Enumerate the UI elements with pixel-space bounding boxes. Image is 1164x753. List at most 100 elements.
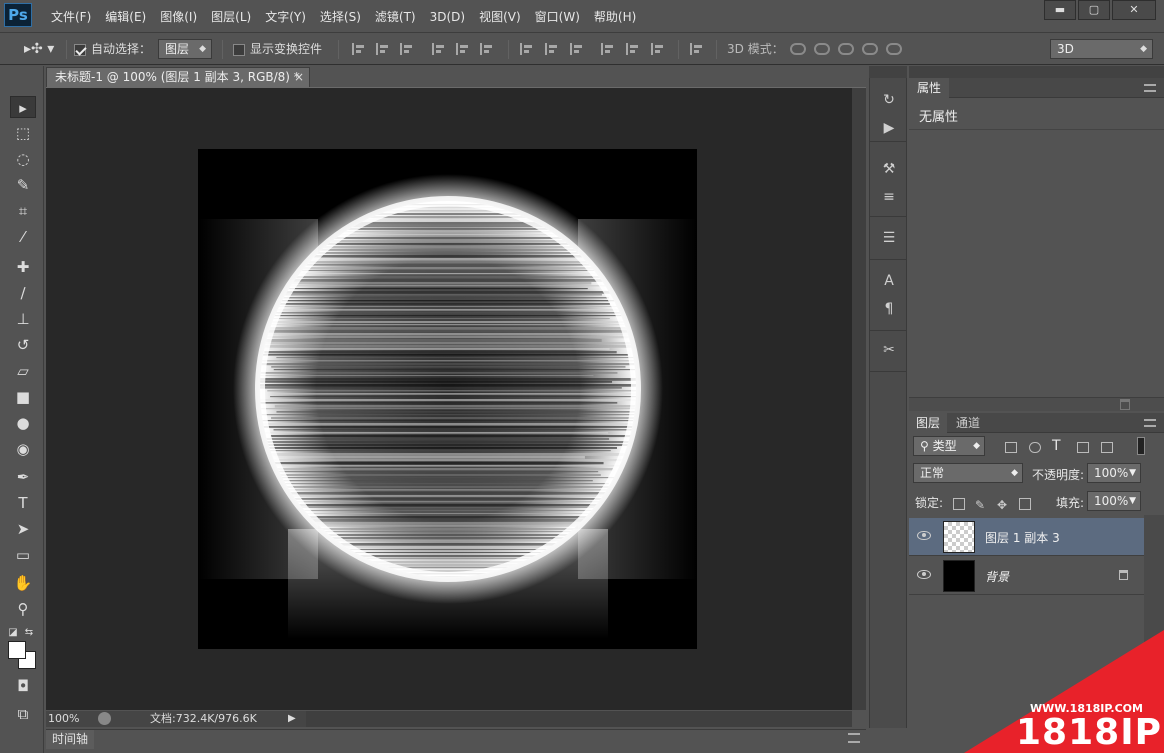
eye-icon[interactable] (917, 531, 931, 540)
menu-type[interactable]: 文字(Y) (258, 8, 313, 26)
panel-menu-icon[interactable] (1144, 419, 1156, 427)
status-info-icon[interactable] (98, 712, 111, 725)
canvas-horizontal-scrollbar[interactable] (306, 711, 852, 727)
auto-select-dropdown[interactable]: 图层 ◆ (158, 39, 212, 59)
crop-tool-icon[interactable]: ⌗ (10, 200, 36, 222)
3d-pan-icon[interactable] (838, 43, 854, 55)
distribute-vcenter-icon[interactable] (545, 43, 559, 55)
zoom-level[interactable]: 100% (48, 711, 79, 727)
show-transform-checkbox[interactable] (233, 43, 245, 56)
auto-align-icon[interactable] (690, 43, 704, 55)
lock-position-icon[interactable]: ✥ (997, 498, 1009, 512)
layer-row[interactable]: 图层 1 副本 3 (909, 518, 1144, 556)
show-transform-option[interactable]: 显示变换控件 (233, 34, 322, 65)
canvas-vertical-scrollbar[interactable] (852, 88, 866, 710)
hand-tool-icon[interactable]: ✋ (10, 572, 36, 594)
move-tool-preset-icon[interactable]: ▸✣ ▾ (24, 34, 54, 65)
gradient-tool-icon[interactable]: ■ (10, 386, 36, 408)
chevron-down-icon[interactable]: ▼ (1129, 464, 1136, 482)
align-left-icon[interactable] (432, 43, 446, 55)
eye-icon[interactable] (917, 570, 931, 579)
panel-menu-icon[interactable] (848, 733, 860, 743)
maximize-button[interactable]: ▢ (1078, 0, 1110, 20)
menu-window[interactable]: 窗口(W) (528, 8, 587, 26)
rectangle-tool-icon[interactable]: ▭ (10, 544, 36, 566)
3d-orbit-icon[interactable] (790, 43, 806, 55)
actions-play-icon[interactable]: ▶ (879, 118, 899, 138)
history-brush-tool-icon[interactable]: ↺ (10, 334, 36, 356)
align-hcenter-icon[interactable] (456, 43, 470, 55)
brush-tool-icon[interactable]: ∕ (10, 282, 36, 304)
filter-pixel-icon[interactable] (1005, 442, 1017, 453)
lock-image-icon[interactable]: ✎ (975, 498, 987, 512)
eraser-tool-icon[interactable]: ▱ (10, 360, 36, 382)
auto-select-checkbox[interactable] (74, 43, 86, 56)
tab-channels[interactable]: 通道 (949, 413, 987, 433)
align-bottom-icon[interactable] (400, 43, 414, 55)
panel-collapse-bar[interactable] (909, 66, 1164, 78)
fill-field[interactable]: 100% ▼ (1087, 491, 1141, 511)
menu-layer[interactable]: 图层(L) (204, 8, 258, 26)
tool-presets-icon[interactable]: ⚒ (879, 159, 899, 179)
marquee-tool-icon[interactable]: ⬚ (10, 122, 36, 144)
menu-select[interactable]: 选择(S) (313, 8, 368, 26)
zoom-tool-icon[interactable]: ⚲ (10, 598, 36, 620)
document-canvas[interactable] (198, 149, 697, 649)
clone-stamp-tool-icon[interactable]: ⊥ (10, 308, 36, 330)
3d-scale-icon[interactable] (886, 43, 902, 55)
tab-layers[interactable]: 图层 (909, 413, 948, 433)
document-tab[interactable]: 未标题-1 @ 100% (图层 1 副本 3, RGB/8) * × (46, 67, 310, 87)
foreground-color-swatch[interactable] (8, 641, 26, 659)
healing-brush-tool-icon[interactable]: ✚ (10, 256, 36, 278)
menu-edit[interactable]: 编辑(E) (98, 8, 153, 26)
dodge-tool-icon[interactable]: ◉ (10, 438, 36, 460)
lock-transparent-icon[interactable] (953, 498, 965, 510)
layer-comps-icon[interactable]: ☰ (879, 228, 899, 248)
workspace-dropdown[interactable]: 3D ◆ (1050, 39, 1153, 59)
quick-select-tool-icon[interactable]: ✎ (10, 174, 36, 196)
auto-select-option[interactable]: 自动选择： (74, 34, 151, 65)
screen-mode-icon[interactable]: ⧉ (10, 703, 36, 725)
menu-filter[interactable]: 滤镜(T) (368, 8, 423, 26)
adjustments-icon[interactable]: ≡ (879, 187, 899, 207)
panel-menu-icon[interactable] (1144, 84, 1156, 92)
dock-collapse-bar[interactable] (869, 66, 907, 78)
eyedropper-tool-icon[interactable]: ⁄ (10, 226, 36, 248)
menu-file[interactable]: 文件(F) (44, 8, 98, 26)
close-button[interactable]: ✕ (1112, 0, 1156, 20)
layer-row[interactable]: 背景 (909, 557, 1144, 595)
layer-name[interactable]: 图层 1 副本 3 (985, 529, 1060, 546)
menu-image[interactable]: 图像(I) (153, 8, 204, 26)
distribute-top-icon[interactable] (520, 43, 534, 55)
filter-adjustment-icon[interactable] (1029, 442, 1041, 453)
blur-tool-icon[interactable]: ● (10, 412, 36, 434)
path-select-tool-icon[interactable]: ➤ (10, 518, 36, 540)
timeline-tab[interactable]: 时间轴 (46, 730, 95, 749)
opacity-field[interactable]: 100% ▼ (1087, 463, 1141, 483)
layer-filter-dropdown[interactable]: ⚲ 类型 ◆ (913, 436, 985, 456)
type-tool-icon[interactable]: T (10, 492, 36, 514)
paragraph-icon[interactable]: ¶ (879, 299, 899, 319)
align-right-icon[interactable] (480, 43, 494, 55)
chevron-down-icon[interactable]: ▼ (1129, 492, 1136, 510)
quick-mask-icon[interactable]: ◘ (10, 675, 36, 697)
filter-type-icon[interactable]: T (1052, 438, 1061, 454)
history-icon[interactable]: ↻ (879, 90, 899, 110)
character-icon[interactable]: A (879, 271, 899, 291)
trash-icon[interactable] (1120, 399, 1130, 410)
distribute-bottom-icon[interactable] (570, 43, 584, 55)
distribute-right-icon[interactable] (651, 43, 665, 55)
3d-roll-icon[interactable] (814, 43, 830, 55)
minimize-button[interactable]: ▬ (1044, 0, 1076, 20)
distribute-left-icon[interactable] (601, 43, 615, 55)
3d-slide-icon[interactable] (862, 43, 878, 55)
pen-tool-icon[interactable]: ✒ (10, 466, 36, 488)
filter-shape-icon[interactable] (1077, 442, 1089, 453)
properties-tab[interactable]: 属性 (909, 78, 950, 98)
menu-view[interactable]: 视图(V) (472, 8, 528, 26)
menu-help[interactable]: 帮助(H) (587, 8, 643, 26)
blend-mode-dropdown[interactable]: 正常 ◆ (913, 463, 1023, 483)
status-menu-arrow[interactable]: ▶ (288, 711, 296, 727)
layer-name[interactable]: 背景 (985, 568, 1009, 585)
distribute-hcenter-icon[interactable] (626, 43, 640, 55)
